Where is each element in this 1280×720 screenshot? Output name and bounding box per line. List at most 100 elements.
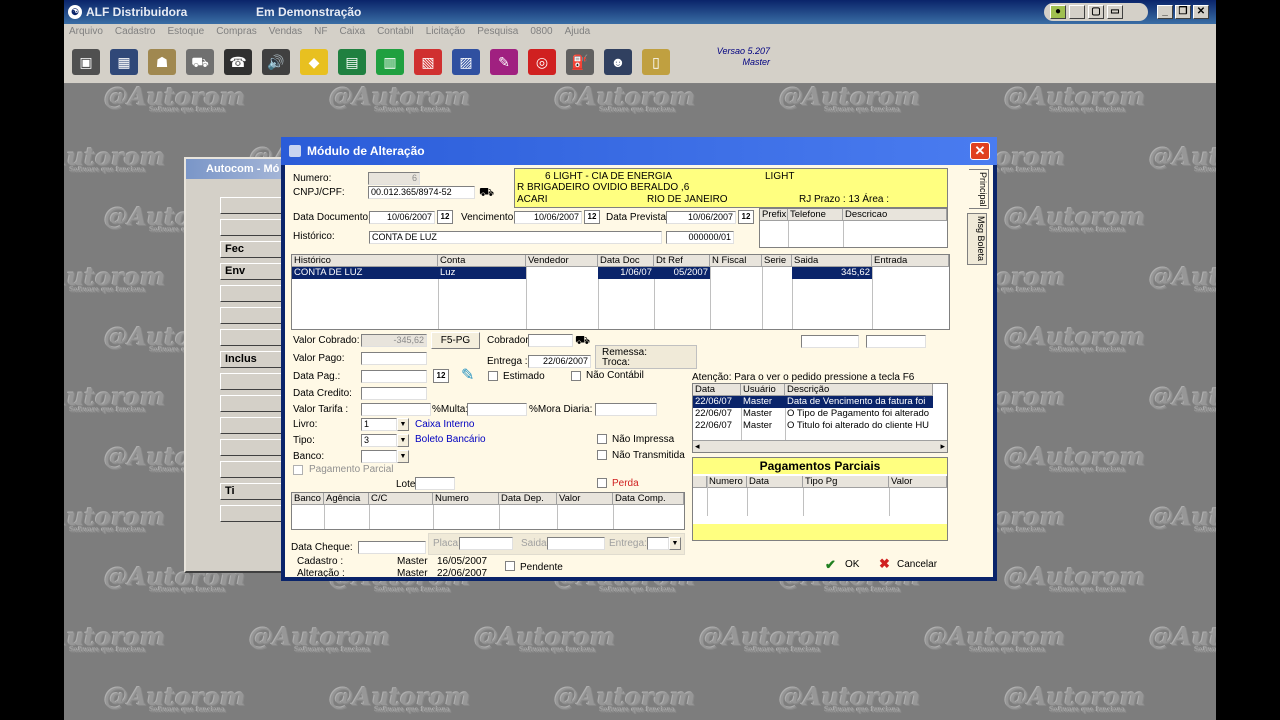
- mora-field[interactable]: [595, 403, 657, 416]
- chart-icon[interactable]: ▤: [338, 49, 366, 75]
- log-cell[interactable]: 22/06/07: [693, 420, 741, 432]
- tray-icon-2[interactable]: [1069, 5, 1085, 19]
- valor-pago-field[interactable]: [361, 352, 427, 365]
- background-button-1[interactable]: [220, 219, 290, 236]
- menu-4[interactable]: Vendas: [269, 24, 302, 40]
- speaker-icon[interactable]: 🔊: [262, 49, 290, 75]
- calculator-icon[interactable]: ▦: [110, 49, 138, 75]
- background-button-3[interactable]: Env: [220, 263, 290, 280]
- people-icon[interactable]: ☻: [604, 49, 632, 75]
- scroll-left-icon[interactable]: ◂: [695, 441, 700, 452]
- dialog-close-button[interactable]: ✕: [970, 142, 990, 160]
- telephone-icon[interactable]: ☎: [224, 49, 252, 75]
- background-button-10[interactable]: [220, 417, 290, 434]
- titulos-grid[interactable]: Histórico Conta Vendedor Data Doc Dt Ref N Fi…: [291, 254, 950, 330]
- background-button-9[interactable]: [220, 395, 290, 412]
- cancel-icon[interactable]: ✖: [879, 556, 890, 572]
- tab-msg-boleta[interactable]: Msg Boleta: [967, 213, 987, 265]
- gas-pump-icon[interactable]: ⛽: [566, 49, 594, 75]
- historico-field[interactable]: CONTA DE LUZ: [369, 231, 662, 244]
- phone-grid[interactable]: Prefix Telefone Descricao: [759, 208, 948, 248]
- f5-pg-button[interactable]: F5-PG: [431, 332, 480, 349]
- log-grid[interactable]: Data Usuário Descrição 22/06/07 Master Data d…: [692, 383, 948, 453]
- data-prevista-calendar-button[interactable]: 12: [738, 210, 754, 224]
- historico-code-field[interactable]: 000000/01: [666, 231, 734, 244]
- menu-10[interactable]: 0800: [530, 24, 552, 40]
- estimado-checkbox[interactable]: [488, 371, 498, 381]
- nao-impressa-checkbox[interactable]: [597, 434, 607, 444]
- restore-icon[interactable]: ❐: [1175, 5, 1191, 19]
- lookup-cobrador-icon[interactable]: ⛟: [575, 333, 590, 349]
- parciais-grid[interactable]: Numero Data Tipo Pg Valor: [693, 476, 947, 516]
- log-scrollbar[interactable]: ◂ ▸: [693, 440, 947, 452]
- tray-icon-4[interactable]: ▭: [1107, 5, 1123, 19]
- background-button-5[interactable]: [220, 307, 290, 324]
- livro-dropdown-icon[interactable]: ▼: [397, 418, 409, 431]
- tab-principal[interactable]: Principal: [969, 169, 989, 209]
- background-button-13[interactable]: Ti: [220, 483, 290, 500]
- data-credito-field[interactable]: [361, 387, 427, 400]
- log-cell[interactable]: 22/06/07: [693, 408, 741, 420]
- ok-icon[interactable]: ✔: [825, 557, 836, 573]
- scroll-right-icon[interactable]: ▸: [940, 441, 945, 452]
- menu-11[interactable]: Ajuda: [565, 24, 591, 40]
- nao-transmitida-checkbox[interactable]: [597, 450, 607, 460]
- tray-icon-3[interactable]: ▢: [1088, 5, 1104, 19]
- menu-3[interactable]: Compras: [216, 24, 257, 40]
- cancel-button[interactable]: Cancelar: [897, 559, 937, 571]
- document-icon[interactable]: ▧: [414, 49, 442, 75]
- right-field-2[interactable]: [866, 335, 926, 348]
- placa-field[interactable]: [459, 537, 513, 550]
- livro-select[interactable]: 1: [361, 418, 397, 431]
- menu-8[interactable]: Licitação: [426, 24, 465, 40]
- lookup-payment-icon[interactable]: ✎: [461, 365, 474, 385]
- handshake-icon[interactable]: ☗: [148, 49, 176, 75]
- background-button-7[interactable]: Inclus: [220, 351, 290, 368]
- truck-icon[interactable]: ⛟: [186, 49, 214, 75]
- entrega-field[interactable]: 22/06/2007: [528, 355, 591, 368]
- data-pag-field[interactable]: [361, 370, 427, 383]
- vencimento-field[interactable]: 10/06/2007: [514, 211, 582, 224]
- minimize-icon[interactable]: _: [1157, 5, 1173, 19]
- log-cell[interactable]: 22/06/07: [693, 396, 741, 408]
- phone-icon[interactable]: ▯: [642, 49, 670, 75]
- menu-0[interactable]: Arquivo: [69, 24, 103, 40]
- menu-5[interactable]: NF: [314, 24, 327, 40]
- saida-field[interactable]: [547, 537, 605, 550]
- background-button-6[interactable]: [220, 329, 290, 346]
- cnpj-field[interactable]: 00.012.365/8974-52: [368, 186, 475, 199]
- tray-icon-1[interactable]: ●: [1050, 5, 1066, 19]
- tools-icon[interactable]: ✎: [490, 49, 518, 75]
- nao-contabil-checkbox[interactable]: [571, 371, 581, 381]
- right-field-1[interactable]: [801, 335, 859, 348]
- menu-6[interactable]: Caixa: [339, 24, 365, 40]
- cheque-grid[interactable]: Banco Agência C/C Numero Data Dep. Valor Data …: [291, 492, 685, 530]
- background-button-2[interactable]: Fec: [220, 241, 290, 258]
- data-prevista-field[interactable]: 10/06/2007: [666, 211, 736, 224]
- ok-button[interactable]: OK: [845, 559, 859, 571]
- tipo-select[interactable]: 3: [361, 434, 397, 447]
- target-icon[interactable]: ◎: [528, 49, 556, 75]
- banco-dropdown-icon[interactable]: ▼: [397, 450, 409, 463]
- entrega2-dropdown-icon[interactable]: ▼: [669, 537, 681, 550]
- valor-cobrado-field[interactable]: -345,62: [361, 334, 427, 347]
- background-button-14[interactable]: [220, 505, 290, 522]
- data-pag-calendar-button[interactable]: 12: [433, 369, 449, 383]
- data-cheque-field[interactable]: [358, 541, 426, 554]
- lookup-client-icon[interactable]: ⛟: [479, 185, 494, 201]
- background-button-0[interactable]: [220, 197, 290, 214]
- background-button-4[interactable]: [220, 285, 290, 302]
- notes-icon[interactable]: ▨: [452, 49, 480, 75]
- data-documento-calendar-button[interactable]: 12: [437, 210, 453, 224]
- valor-tarifa-field[interactable]: [361, 403, 431, 416]
- menu-9[interactable]: Pesquisa: [477, 24, 518, 40]
- numero-field[interactable]: 6: [368, 172, 420, 185]
- money-icon[interactable]: ▥: [376, 49, 404, 75]
- sign-icon[interactable]: ◆: [300, 49, 328, 75]
- background-button-8[interactable]: [220, 373, 290, 390]
- multa-field[interactable]: [467, 403, 527, 416]
- menu-2[interactable]: Estoque: [167, 24, 204, 40]
- background-button-11[interactable]: [220, 439, 290, 456]
- entrega2-field[interactable]: [647, 537, 669, 550]
- titulos-cell[interactable]: CONTA DE LUZ: [292, 267, 438, 279]
